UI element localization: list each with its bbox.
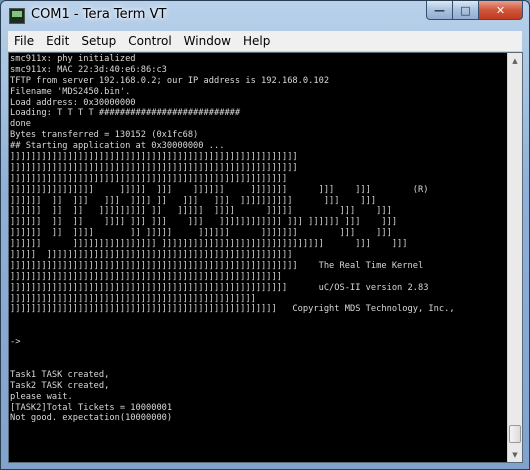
minimize-button[interactable]: — (426, 1, 453, 20)
terminal-line: please wait. (10, 391, 73, 402)
terminal-line: ]]]]]] ]] ]]]] ]] ]]]]] ]]]]]] ]]]]]]] ]… (10, 228, 392, 239)
terminal-line: ]]]]]]]]]]]]]]]]]]]]]]]]]]]]]]]]]]]]]]]]… (10, 293, 256, 304)
terminal-line: ]]]]]] ]] ]] ]]]] ]]] ]]] ]]] ]]]]]]]]]]… (10, 217, 398, 228)
terminal-line: TFTP from server 192.168.0.2; our IP add… (10, 75, 330, 86)
terminal-line: ]]]]] ]]]]]]]]]]]]]]]]]]]]]]]]]]]]]]]]]]… (10, 250, 293, 261)
terminal-line: ]]]]]]]]]]]]]]]] ]]]]] ]]] ]]]]]] ]]]]]]… (10, 184, 429, 195)
terminal-line: smc911x: MAC 22:3d:40:e6:86:c3 (10, 64, 167, 75)
terminal-line: smc911x: phy initialized (10, 54, 136, 64)
terminal-line: ]]]]]]]]]]]]]]]]]]]]]]]]]]]]]]]]]]]]]]]]… (10, 162, 298, 173)
terminal-line: Task2 TASK created, (10, 380, 110, 391)
vertical-scrollbar[interactable]: ▲ ▼ (507, 53, 522, 462)
terminal-line: ]]]]]]]]]]]]]]]]]]]]]]]]]]]]]]]]]]]]]]]]… (10, 260, 424, 271)
terminal-line: ]]]]]] ]] ]]] ]]] ]]]] ]] ]]] ]]] ]]]]]]… (10, 195, 377, 206)
caption-buttons: — □ ✕ (426, 1, 523, 21)
terminal-line: Loading: T T T T #######################… (10, 108, 241, 119)
terminal-line: ]]]]]]]]]]]]]]]]]]]]]]]]]]]]]]]]]]]]]]]]… (10, 152, 298, 163)
window-title: COM1 - Tera Term VT (31, 7, 167, 22)
maximize-button[interactable]: □ (453, 1, 479, 20)
menu-setup[interactable]: Setup (75, 31, 122, 51)
terminal-output[interactable]: smc911x: phy initialized smc911x: MAC 22:… (9, 53, 507, 462)
terminal-line: -> (10, 337, 21, 348)
terminal-line: ]]]]]] ]] ]] ]]]]]]]]] ]] ]]]]] ]]]] ]]]… (10, 206, 392, 217)
scroll-down-arrow-icon[interactable]: ▼ (508, 447, 522, 462)
terminal-line: done (10, 119, 31, 130)
terminal-line: ## Starting application at 0x30000000 ..… (10, 141, 225, 152)
scroll-up-arrow-icon[interactable]: ▲ (508, 53, 522, 68)
menu-file[interactable]: File (8, 31, 40, 51)
terminal-line: ]]]]]] ]]]]]]]]]]]]]]]] ]]]]]]]]]]]]]]]]… (10, 239, 408, 250)
terminal-line: Load address: 0x30000000 (10, 97, 136, 108)
terminal-line: Task1 TASK created, (10, 369, 110, 380)
terminal-line: [TASK2]Total Tickets = 10000001 (10, 402, 173, 413)
terminal-line: ]]]]]]]]]]]]]]]]]]]]]]]]]]]]]]]]]]]]]]]]… (10, 173, 288, 184)
terminal-line: ]]]]]]]]]]]]]]]]]]]]]]]]]]]]]]]]]]]]]]]]… (10, 271, 282, 282)
terminal-app-icon[interactable] (9, 8, 25, 24)
title-bar[interactable]: COM1 - Tera Term VT — □ ✕ (1, 1, 529, 31)
menu-control[interactable]: Control (122, 31, 177, 51)
terminal-line: ]]]]]]]]]]]]]]]]]]]]]]]]]]]]]]]]]]]]]]]]… (10, 304, 455, 315)
tera-term-window: COM1 - Tera Term VT — □ ✕ File Edit Setu… (0, 0, 530, 470)
menu-window[interactable]: Window (178, 31, 237, 51)
terminal-client-area: smc911x: phy initialized smc911x: MAC 22:… (8, 52, 523, 463)
terminal-line: Filename 'MDS2450.bin'. (10, 86, 131, 97)
close-button[interactable]: ✕ (479, 1, 523, 20)
menu-bar: File Edit Setup Control Window Help (8, 31, 522, 52)
terminal-line: Not good. expectation(10000000) (10, 413, 173, 424)
menu-help[interactable]: Help (237, 31, 276, 51)
menu-edit[interactable]: Edit (40, 31, 75, 51)
terminal-line: Bytes transferred = 130152 (0x1fc68) (10, 130, 199, 141)
scrollbar-thumb[interactable] (509, 425, 521, 443)
terminal-line: ]]]]]]]]]]]]]]]]]]]]]]]]]]]]]]]]]]]]]]]]… (10, 282, 429, 293)
